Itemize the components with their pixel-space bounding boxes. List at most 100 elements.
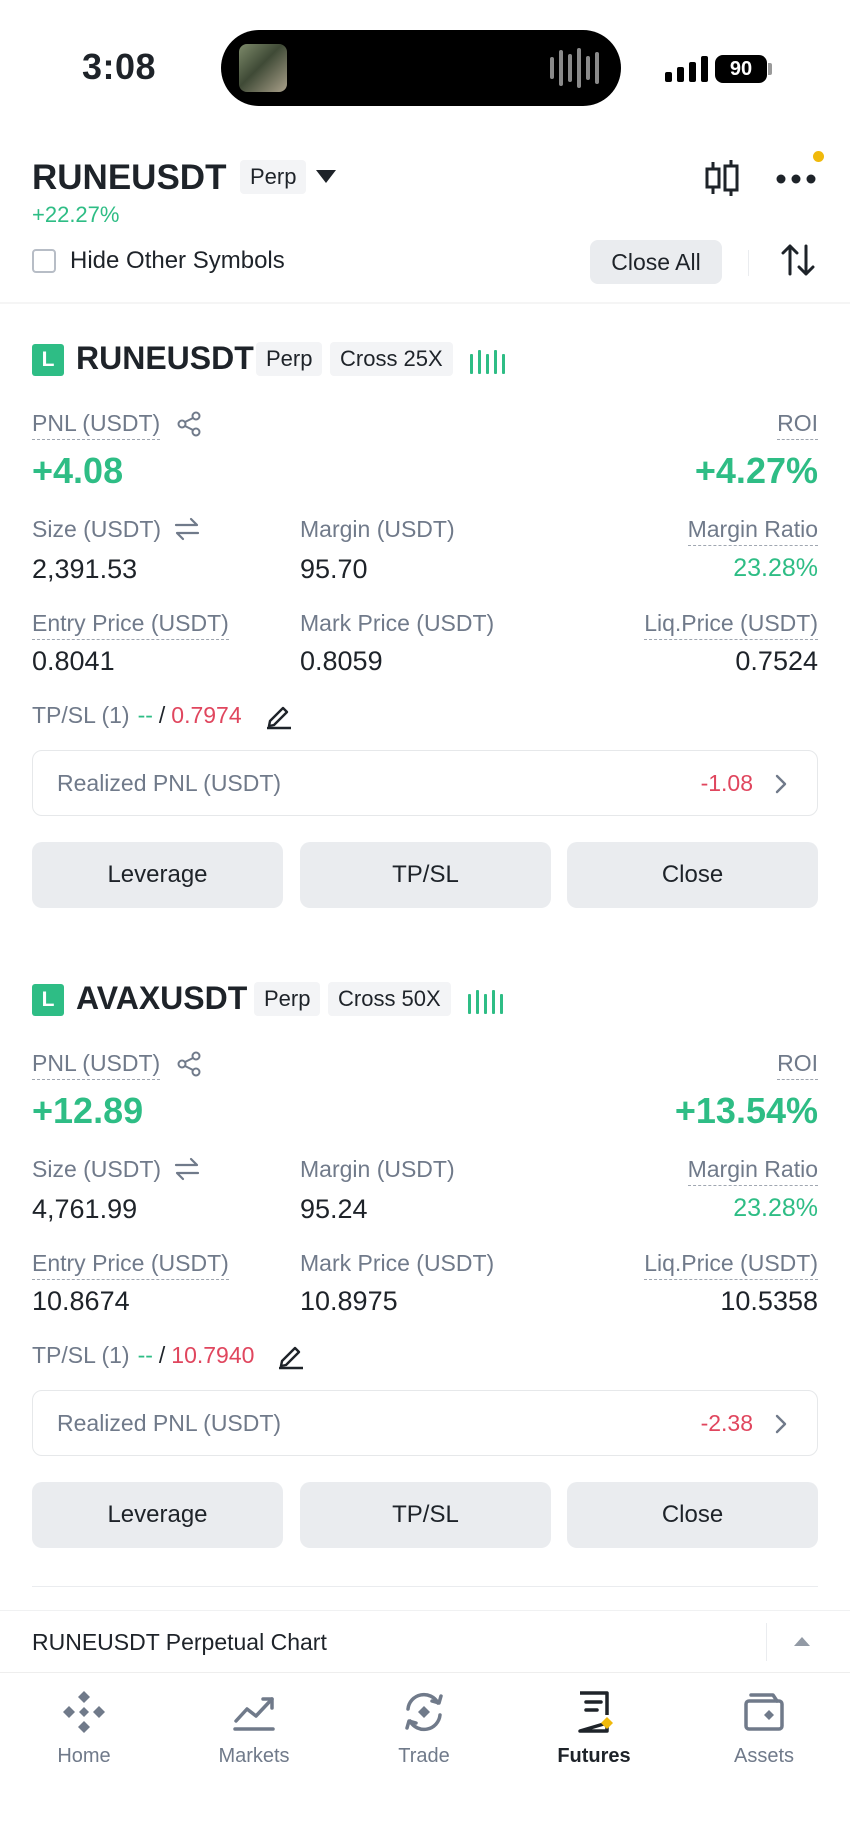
hide-other-symbols-toggle[interactable]: Hide Other Symbols [32,246,285,276]
long-badge: L [32,984,64,1016]
hide-other-symbols-checkbox[interactable] [32,249,56,273]
roi-value: +4.27% [694,450,818,491]
status-time: 3:08 [82,46,157,87]
pnl-label: PNL (USDT) [32,1050,161,1080]
divider [766,1623,767,1661]
leverage-button[interactable]: Leverage [32,1482,283,1548]
share-icon[interactable] [176,1051,202,1077]
chevron-right-icon [775,1414,787,1434]
entry-price-label: Entry Price (USDT) [32,610,229,640]
audio-waveform-icon [550,46,599,90]
margin-value: 95.70 [300,554,368,584]
sl-value: 10.7940 [171,1341,255,1368]
entry-price-value: 10.8674 [32,1286,130,1316]
tpsl-button[interactable]: TP/SL [300,1482,551,1548]
divider [32,1586,818,1587]
tp-value: -- [137,701,153,728]
realized-pnl-row[interactable]: Realized PNL (USDT) -2.38 [32,1390,818,1456]
size-value: 4,761.99 [32,1194,138,1224]
margin-label: Margin (USDT) [300,516,455,542]
markets-icon [233,1697,275,1731]
bottom-nav: Home Markets Trade Futures Assets [0,1672,850,1848]
nav-label: Trade [398,1745,450,1767]
price-change: +22.27% [32,202,120,227]
edit-icon[interactable] [276,1340,306,1370]
pnl-label: PNL (USDT) [32,410,161,440]
position-symbol[interactable]: AVAXUSDT [76,980,247,1017]
cellular-signal-icon [665,56,708,82]
perp-tag: Perp [254,982,321,1016]
leverage-button[interactable]: Leverage [32,842,283,908]
mark-price-value: 0.8059 [300,646,383,676]
chevron-right-icon [775,774,787,794]
trade-icon [405,1692,443,1732]
nav-home[interactable]: Home [9,1687,159,1768]
nav-futures[interactable]: Futures [519,1687,669,1768]
notification-dot [813,151,824,162]
margin-ratio-value: 23.28% [733,554,818,582]
margin-value: 95.24 [300,1194,368,1224]
status-bar: 3:08 90 [0,0,850,130]
battery-icon: 90 [715,55,767,83]
tpsl-label: TP/SL (1) [32,1341,130,1368]
long-badge: L [32,344,64,376]
mark-price-label: Mark Price (USDT) [300,1250,495,1276]
entry-price-value: 0.8041 [32,646,115,676]
chart-section-title: RUNEUSDT Perpetual Chart [32,1629,327,1655]
tpsl-separator: / [158,1341,166,1368]
more-icon[interactable] [776,172,816,186]
pnl-value: +12.89 [32,1090,144,1131]
mark-price-label: Mark Price (USDT) [300,610,495,636]
nav-label: Futures [557,1745,631,1767]
position-symbol[interactable]: RUNEUSDT [76,340,254,377]
sort-icon[interactable] [778,240,818,280]
hide-other-symbols-label: Hide Other Symbols [70,247,285,274]
margin-mode-tag[interactable]: Cross 25X [330,342,453,376]
chart-section-header[interactable]: RUNEUSDT Perpetual Chart [0,1610,850,1672]
size-value: 2,391.53 [32,554,138,584]
futures-icon [578,1691,613,1733]
candlestick-chart-icon[interactable] [704,158,740,198]
chevron-up-icon[interactable] [794,1637,810,1646]
realized-pnl-label: Realized PNL (USDT) [57,770,282,796]
adl-indicator-icon [470,348,505,374]
dynamic-island [221,30,621,106]
nav-label: Markets [218,1745,290,1767]
close-all-button[interactable]: Close All [590,240,722,284]
adl-indicator-icon [468,988,503,1014]
margin-ratio-value: 23.28% [733,1194,818,1222]
size-label: Size (USDT) [32,1156,162,1182]
now-playing-thumbnail [239,44,287,92]
share-icon[interactable] [176,411,202,437]
realized-pnl-value: -2.38 [700,1410,753,1436]
edit-icon[interactable] [264,700,294,730]
entry-price-label: Entry Price (USDT) [32,1250,229,1280]
margin-mode-tag[interactable]: Cross 50X [328,982,451,1016]
battery-tip [768,63,772,75]
tpsl-separator: / [158,701,166,728]
margin-ratio-label: Margin Ratio [687,1156,818,1186]
sl-value: 0.7974 [171,701,242,728]
nav-trade[interactable]: Trade [349,1687,499,1768]
swap-units-icon[interactable] [173,1156,201,1182]
liq-price-label: Liq.Price (USDT) [644,610,818,640]
nav-label: Home [57,1745,111,1767]
chevron-down-icon[interactable] [316,170,336,183]
nav-label: Assets [733,1745,795,1767]
liq-price-label: Liq.Price (USDT) [644,1250,818,1280]
margin-label: Margin (USDT) [300,1156,455,1182]
nav-assets[interactable]: Assets [689,1687,839,1768]
realized-pnl-row[interactable]: Realized PNL (USDT) -1.08 [32,750,818,816]
close-position-button[interactable]: Close [567,842,818,908]
nav-markets[interactable]: Markets [179,1687,329,1768]
symbol-title[interactable]: RUNEUSDT [32,158,226,198]
perp-tag: Perp [256,342,323,376]
tp-value: -- [137,1341,153,1368]
swap-units-icon[interactable] [173,516,201,542]
close-position-button[interactable]: Close [567,1482,818,1548]
position-card: L AVAXUSDT Perp Cross 50X PNL (USDT) ROI… [0,944,850,1564]
roi-value: +13.54% [674,1090,818,1131]
tpsl-button[interactable]: TP/SL [300,842,551,908]
assets-icon [744,1693,784,1731]
mark-price-value: 10.8975 [300,1286,398,1316]
